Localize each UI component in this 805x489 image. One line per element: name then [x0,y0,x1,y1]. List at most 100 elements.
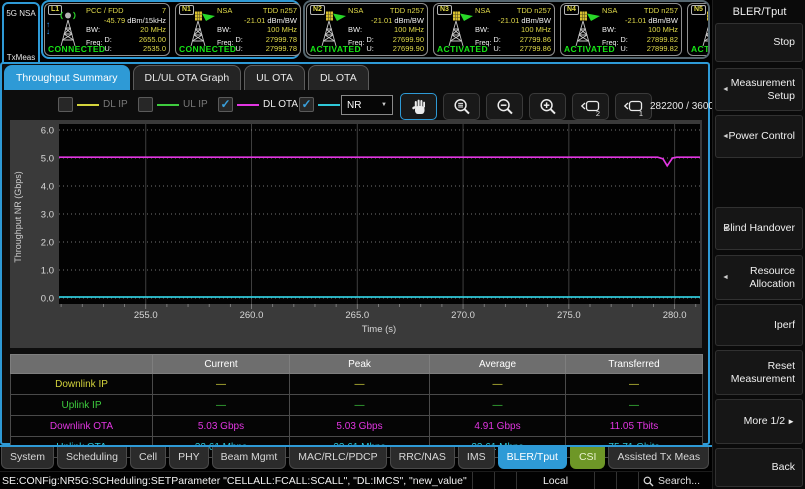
ul-freq-label: U: [235,44,243,54]
tx-meas-label: TxMeas [7,53,35,62]
measurement-setup-button[interactable]: ◄ Measurement Setup [715,68,803,111]
cell-type: NSA [348,6,363,16]
system-mode-label: 5G NSA [6,9,35,18]
ul-freq: 27699.90 [393,44,424,54]
zoom-one-to-one-button[interactable] [443,93,480,120]
row-label: Downlink OTA [11,416,153,437]
ul-freq: 2535.0 [143,44,166,54]
cell-value: 11.05 Tbits [566,416,703,437]
y-axis-title: Throughput NR (Gbps) [13,171,23,263]
cell-summary-N3[interactable]: N3 NSATDD n257 -21.01 dBm/BW BW:100 MHz [433,3,555,56]
tab-assisted-tx-meas[interactable]: Assisted Tx Meas [608,447,709,469]
cell-value: — [290,374,430,395]
tab-ul-ota[interactable]: UL OTA [244,65,305,90]
cell-status: CONNECTED [48,44,105,54]
tab-mac-rlc-pdcp[interactable]: MAC/RLC/PDCP [289,447,386,469]
legend-label: UL IP [183,99,208,110]
dl-freq-label: D: [366,35,374,45]
svg-text:3.0: 3.0 [41,210,54,221]
throughput-chart-panel[interactable]: 255.0260.0265.0270.0275.0280.0 0.01.02.0… [10,120,702,348]
submenu-arrow-icon: ◄ [722,85,729,93]
tab-csi[interactable]: CSI [570,447,606,469]
svg-text:1.0: 1.0 [41,266,54,277]
zoom-1to1-icon [452,97,472,117]
status-bar: SE:CONFig:NR5G:SCHeduling:SETParameter "… [0,471,712,489]
dl-freq: 27699.90 [393,35,424,45]
col-header-transferred: Transferred [566,355,703,374]
svg-text:1: 1 [638,109,642,117]
throughput-chart[interactable]: 255.0260.0265.0270.0275.0280.0 0.01.02.0… [10,120,702,348]
col-header-peak: Peak [290,355,430,374]
cell-power: -21.01 [498,16,519,25]
tab-rrc-nas[interactable]: RRC/NAS [390,447,455,469]
checkbox-dl-ota[interactable]: ✓ [218,97,233,112]
pan-tool-button[interactable] [400,93,437,120]
checkbox-ul-ip[interactable] [138,97,153,112]
cell-summary-N1[interactable]: N1 NSATDD n257 -21.01 dBm/BW BW:100 MHz [175,3,301,56]
throughput-results-table: Current Peak Average Transferred Downlin… [10,354,703,458]
system-mode-box[interactable]: 5G NSA TxMeas [2,2,40,63]
search-box[interactable]: Search... [638,472,712,489]
cell-summary-L1[interactable]: L1 ↑↓ PCC / FDD7 -45.79 dBm/15kHz BW:20 … [44,3,170,56]
button-label: Reset Measurement [723,360,795,385]
table-header-row: Current Peak Average Transferred [11,355,703,374]
back-button[interactable]: Back [715,448,803,487]
cell-value: 5.03 Gbps [153,416,290,437]
tab-throughput-summary[interactable]: Throughput Summary [4,65,130,90]
cell-group-connected: L1 ↑↓ PCC / FDD7 -45.79 dBm/15kHz BW:20 … [41,0,300,59]
cell-bw: 100 MHz [267,25,297,35]
tab-ims[interactable]: IMS [458,447,495,469]
svg-text:5.0: 5.0 [41,154,54,165]
tab-scheduling[interactable]: Scheduling [57,447,127,469]
svg-text:4.0: 4.0 [41,182,54,193]
col-header-current: Current [153,355,290,374]
reset-measurement-button[interactable]: Reset Measurement [715,350,803,395]
zoom-out-icon [495,97,515,117]
scpi-command-log: SE:CONFig:NR5G:SCHeduling:SETParameter "… [0,475,472,487]
blind-handover-button[interactable]: ◄ Blind Handover [715,207,803,250]
legend-item-dl-ota[interactable]: ✓ DL OTA [218,97,298,112]
zoom-in-icon [538,97,558,117]
checkbox-dl-ip[interactable] [58,97,73,112]
stop-button[interactable]: Stop [715,23,803,62]
checkbox-ul-ota[interactable]: ✓ [299,97,314,112]
status-cell-blank [494,472,516,489]
zoom-in-button[interactable] [529,93,566,120]
ul-freq-label: U: [104,44,112,54]
search-icon [643,476,654,487]
svg-text:255.0: 255.0 [134,310,158,321]
add-marker-2-button[interactable]: 2 [572,93,609,120]
tab-system[interactable]: System [1,447,54,469]
tab-beam-mgmt[interactable]: Beam Mgmt [212,447,287,469]
rat-select-dropdown[interactable]: NR ▼ [341,95,393,115]
tab-cell[interactable]: Cell [130,447,166,469]
tab-phy[interactable]: PHY [169,447,209,469]
power-control-button[interactable]: ◄ Power Control [715,115,803,158]
add-marker-1-button[interactable]: 1 [615,93,652,120]
zoom-out-button[interactable] [486,93,523,120]
legend-item-dl-ip[interactable]: DL IP [58,97,128,112]
dl-freq-label: D: [104,35,112,45]
svg-text:2: 2 [595,109,599,117]
cell-summary-N5[interactable]: N5 ACTIVATED [687,3,710,56]
cell-band: TDD n257 [517,6,551,16]
cell-summary-N2[interactable]: N2 NSATDD n257 -21.01 dBm/BW BW:100 MHz [306,3,428,56]
tab-dl-ota[interactable]: DL OTA [308,65,369,90]
svg-text:280.0: 280.0 [663,310,687,321]
iperf-button[interactable]: Iperf [715,304,803,346]
dl-freq-label: D: [235,35,243,45]
tab-bler-tput[interactable]: BLER/Tput [498,447,567,469]
more-pages-button[interactable]: More 1/2 ► [715,399,803,444]
tab-dl-ul-ota-graph[interactable]: DL/UL OTA Graph [133,65,242,90]
submenu-arrow-icon: ◄ [722,132,729,140]
ul-freq: 27999.78 [266,44,297,54]
svg-text:260.0: 260.0 [240,310,264,321]
resource-allocation-button[interactable]: ◄ Resource Allocation [715,255,803,300]
cell-power-unit: dBm/BW [267,16,297,25]
cell-summary-N4[interactable]: N4 NSATDD n257 -21.01 dBm/BW BW:100 MHz [560,3,682,56]
ul-freq-label: U: [493,44,501,54]
legend-label: DL IP [103,99,128,110]
legend-item-ul-ip[interactable]: UL IP [138,97,208,112]
dl-freq: 27999.78 [266,35,297,45]
cell-power: -21.01 [244,16,265,25]
